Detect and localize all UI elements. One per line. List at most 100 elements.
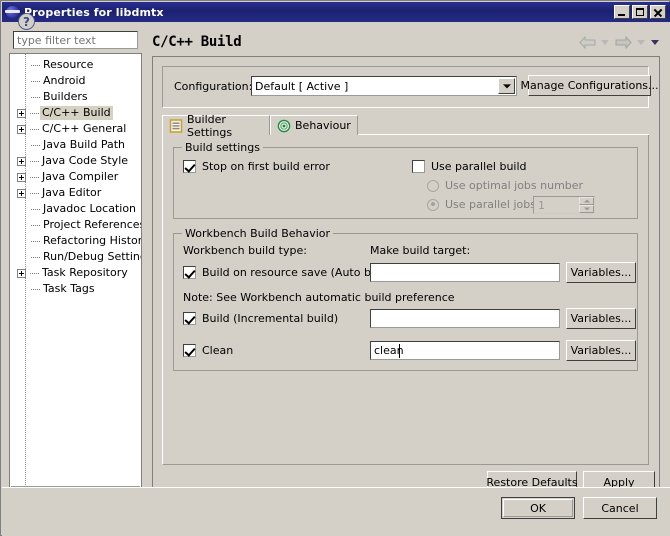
tree-item-task-repository[interactable]: Task Repository: [10, 265, 141, 281]
auto-build-target-input[interactable]: [370, 263, 560, 282]
tree-item-c-c-build[interactable]: C/C++ Build: [10, 105, 141, 121]
chevron-down-icon[interactable]: [498, 78, 515, 94]
tree-item-label: Project References: [43, 218, 142, 231]
build-on-resource-save-label: Build on resource save (Auto build): [202, 266, 396, 279]
variables-button-clean[interactable]: Variables...: [566, 340, 636, 361]
page-panel: Configuration: Default [ Active ] Manage…: [152, 56, 660, 500]
variables-button-incremental[interactable]: Variables...: [566, 308, 636, 329]
radio-icon: [427, 198, 439, 211]
spinner-down-icon[interactable]: [579, 205, 594, 213]
build-incremental-checkbox[interactable]: Build (Incremental build): [183, 312, 338, 325]
ok-button[interactable]: OK: [501, 497, 575, 519]
expand-plus-icon[interactable]: [17, 108, 26, 118]
tree-item-task-tags[interactable]: Task Tags: [10, 281, 141, 297]
back-history-caret-icon[interactable]: [601, 39, 610, 46]
configuration-group: Configuration: Default [ Active ] Manage…: [162, 66, 659, 108]
use-optimal-jobs-radio[interactable]: Use optimal jobs number: [427, 179, 583, 192]
tree-item-label: Android: [43, 74, 86, 87]
tree-item-android[interactable]: Android: [10, 73, 141, 89]
stop-on-first-build-error-checkbox[interactable]: Stop on first build error: [183, 160, 330, 173]
tree-item-c-c-general[interactable]: C/C++ General: [10, 121, 141, 137]
close-button[interactable]: [650, 5, 666, 19]
back-arrow-icon[interactable]: [579, 35, 596, 49]
tree-connector-icon: [29, 249, 41, 265]
tree-item-java-build-path[interactable]: Java Build Path: [10, 137, 141, 153]
expand-plus-icon[interactable]: [17, 268, 26, 278]
use-optimal-jobs-label: Use optimal jobs number: [445, 179, 584, 192]
tree-item-java-code-style[interactable]: Java Code Style: [10, 153, 141, 169]
minimize-button[interactable]: [614, 5, 630, 19]
spinner-buttons[interactable]: [579, 197, 594, 213]
variables-button-auto-build[interactable]: Variables...: [566, 262, 636, 283]
use-parallel-build-checkbox[interactable]: Use parallel build: [412, 160, 527, 173]
tree-connector-icon: [28, 265, 40, 281]
use-parallel-build-label: Use parallel build: [431, 160, 527, 173]
checkbox-icon: [183, 312, 196, 325]
tree-item-java-editor[interactable]: Java Editor: [10, 185, 141, 201]
tree-connector-icon: [29, 137, 41, 153]
tree-item-run-debug-settings[interactable]: Run/Debug Settings: [10, 249, 142, 265]
tab-behaviour[interactable]: Behaviour: [270, 115, 358, 135]
cancel-button[interactable]: Cancel: [583, 497, 657, 519]
use-parallel-jobs-radio[interactable]: Use parallel jobs:: [427, 198, 540, 211]
tree-item-project-references[interactable]: Project References: [10, 217, 142, 233]
clean-checkbox[interactable]: Clean: [183, 344, 233, 357]
green-target-icon: [277, 119, 291, 133]
checkbox-icon: [183, 160, 196, 173]
window-controls: [614, 5, 668, 19]
page-navigation: [579, 34, 660, 50]
configuration-value: Default [ Active ]: [255, 79, 349, 93]
tree-connector-icon: [29, 89, 41, 105]
tree-item-label: Run/Debug Settings: [43, 250, 142, 263]
tree-connector-icon: [28, 153, 40, 169]
tree-connector-icon: [29, 73, 41, 89]
configuration-combo[interactable]: Default [ Active ]: [251, 76, 517, 96]
incremental-build-target-input[interactable]: [370, 309, 560, 328]
parallel-jobs-spinner[interactable]: 1: [533, 196, 595, 214]
radio-icon: [427, 179, 439, 192]
tree-connector-icon: [28, 105, 40, 121]
make-build-target-label: Make build target:: [370, 244, 471, 257]
view-menu-caret-icon[interactable]: [651, 39, 660, 46]
build-incremental-label: Build (Incremental build): [202, 312, 339, 325]
dialog-body: ResourceAndroidBuildersC/C++ BuildC/C++ …: [2, 22, 670, 536]
workbench-build-note: Note: See Workbench automatic build pref…: [183, 291, 455, 304]
expand-plus-icon[interactable]: [17, 188, 26, 198]
tab-builder-settings[interactable]: Builder Settings: [162, 113, 270, 139]
tree-item-label: Java Code Style: [42, 154, 129, 167]
tree-item-refactoring-history[interactable]: Refactoring History: [10, 233, 142, 249]
settings-tree[interactable]: Resource Android Builders C/C++ Build C/C++ …: [9, 53, 142, 504]
tree-item-label: Java Editor: [42, 186, 102, 199]
tree-item-label: Javadoc Location: [43, 202, 137, 215]
configuration-label: Configuration:: [174, 80, 253, 93]
parallel-jobs-value: 1: [538, 198, 545, 212]
tree-item-label: Task Repository: [42, 266, 128, 279]
tab-behaviour-label: Behaviour: [295, 119, 351, 132]
spinner-up-icon[interactable]: [579, 197, 594, 205]
maximize-button[interactable]: [632, 5, 648, 19]
checkbox-icon: [412, 160, 425, 173]
page-title: C/C++ Build: [152, 34, 242, 50]
tree-item-javadoc-location[interactable]: Javadoc Location: [10, 201, 141, 217]
workbench-group-title: Workbench Build Behavior: [182, 227, 334, 240]
tree-item-resource[interactable]: Resource: [10, 57, 141, 73]
tree-item-label: Refactoring History: [43, 234, 142, 247]
use-parallel-jobs-label: Use parallel jobs:: [445, 198, 540, 211]
workbench-build-type-label: Workbench build type:: [183, 244, 307, 257]
build-settings-group: Build settings Stop on first build error…: [173, 141, 638, 219]
forward-arrow-icon[interactable]: [615, 35, 632, 49]
filter-input[interactable]: [13, 31, 138, 49]
tree-item-label: Java Compiler: [42, 170, 119, 183]
forward-history-caret-icon[interactable]: [637, 39, 646, 46]
tree-item-java-compiler[interactable]: Java Compiler: [10, 169, 141, 185]
title-bar[interactable]: Properties for libdmtx: [2, 2, 670, 22]
build-on-resource-save-checkbox[interactable]: Build on resource save (Auto build): [183, 266, 395, 279]
checkbox-icon: [183, 266, 196, 279]
tree-item-builders[interactable]: Builders: [10, 89, 141, 105]
expand-plus-icon[interactable]: [17, 172, 26, 182]
expand-plus-icon[interactable]: [17, 156, 26, 166]
expand-plus-icon[interactable]: [17, 124, 26, 134]
help-icon[interactable]: ?: [18, 13, 35, 30]
tab-strip: Builder Settings Behaviour: [162, 113, 649, 139]
manage-configurations-button[interactable]: Manage Configurations...: [521, 75, 659, 96]
